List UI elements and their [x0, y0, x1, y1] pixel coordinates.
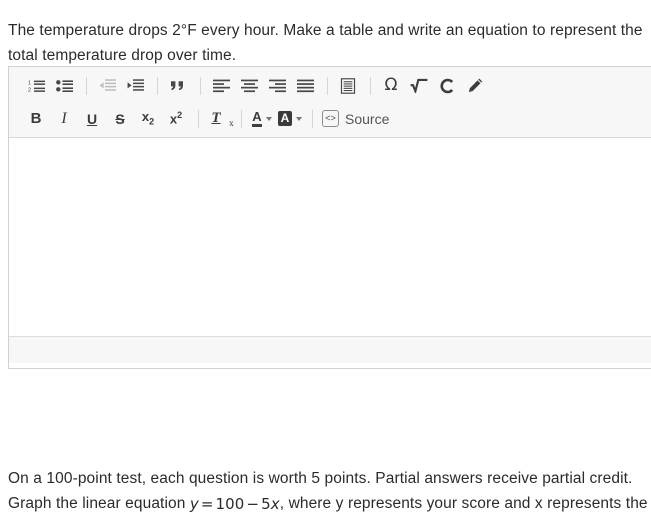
math-variable: x: [270, 494, 280, 513]
source-button[interactable]: <> Source: [320, 107, 394, 131]
italic-button[interactable]: I: [51, 106, 77, 132]
math-constant: 100: [215, 494, 245, 513]
math-equals: =: [200, 494, 214, 513]
code-icon: <>: [322, 110, 339, 127]
bold-label: B: [30, 110, 42, 127]
underline-label: U: [86, 110, 98, 127]
align-center-icon[interactable]: [236, 73, 262, 99]
question-prompt-top: The temperature drops 2°F every hour. Ma…: [8, 21, 643, 64]
blockquote-icon[interactable]: [165, 73, 191, 99]
chemistry-formula-icon[interactable]: [434, 73, 460, 99]
question-prompt-bottom: On a 100-point test, each question is wo…: [8, 466, 650, 521]
omega-glyph: Ω: [384, 75, 398, 95]
text-color-button[interactable]: A: [249, 106, 275, 132]
source-button-label: Source: [345, 110, 390, 127]
superscript-label: x2: [169, 110, 183, 127]
superscript-button[interactable]: x2: [163, 106, 189, 132]
toolbar-row-formatting: 1 2 Ω: [9, 69, 651, 102]
align-left-icon[interactable]: [208, 73, 234, 99]
chevron-down-icon[interactable]: [296, 116, 303, 121]
toolbar-separator: [241, 109, 242, 128]
math-coefficient: 5: [261, 494, 271, 513]
background-color-label: A: [277, 111, 293, 126]
handwritten-math-icon[interactable]: [462, 73, 488, 99]
editor-toolbar: 1 2 Ω B I U S x2 x2 T x A A <> Source: [9, 67, 651, 138]
toolbar-row-text-style: B I U S x2 x2 T x A A <> Source: [9, 102, 651, 135]
svg-text:1: 1: [28, 81, 31, 87]
paste-text-icon[interactable]: [335, 73, 361, 99]
toolbar-separator: [200, 76, 201, 95]
editor-content-area[interactable]: [9, 138, 651, 336]
strikethrough-button[interactable]: S: [107, 106, 133, 132]
underline-button[interactable]: U: [79, 106, 105, 132]
toolbar-separator: [370, 76, 371, 95]
math-minus: −: [246, 494, 260, 513]
bulleted-list-icon[interactable]: [51, 73, 77, 99]
increase-indent-icon[interactable]: [122, 73, 148, 99]
remove-format-button[interactable]: T: [206, 106, 233, 132]
math-lhs: y: [189, 494, 199, 513]
subscript-label: x2: [141, 109, 155, 127]
chevron-down-icon[interactable]: [265, 116, 272, 121]
editor-element-path-bar: [9, 336, 651, 363]
numbered-list-icon[interactable]: 1 2: [23, 73, 49, 99]
justify-icon[interactable]: [292, 73, 318, 99]
italic-label: I: [61, 109, 67, 127]
special-character-icon[interactable]: Ω: [378, 73, 404, 99]
bold-button[interactable]: B: [23, 106, 49, 132]
page-root: The temperature drops 2°F every hour. Ma…: [0, 0, 651, 521]
inline-math-equation: y = 100−5x: [190, 495, 280, 513]
toolbar-separator: [157, 76, 158, 95]
rich-text-editor: 1 2 Ω B I U S x2 x2 T x A A <> Source: [8, 66, 651, 369]
toolbar-separator: [327, 76, 328, 95]
math-equation-icon[interactable]: [406, 73, 432, 99]
text-color-label: A: [252, 110, 262, 127]
strikethrough-label: S: [115, 110, 125, 127]
background-color-button[interactable]: A: [277, 106, 303, 132]
svg-text:2: 2: [28, 88, 31, 94]
toolbar-separator: [198, 109, 199, 128]
subscript-button[interactable]: x2: [135, 106, 161, 132]
toolbar-separator: [312, 109, 313, 128]
decrease-indent-icon[interactable]: [94, 73, 120, 99]
align-right-icon[interactable]: [264, 73, 290, 99]
toolbar-separator: [86, 76, 87, 95]
remove-format-label: T: [211, 110, 233, 128]
